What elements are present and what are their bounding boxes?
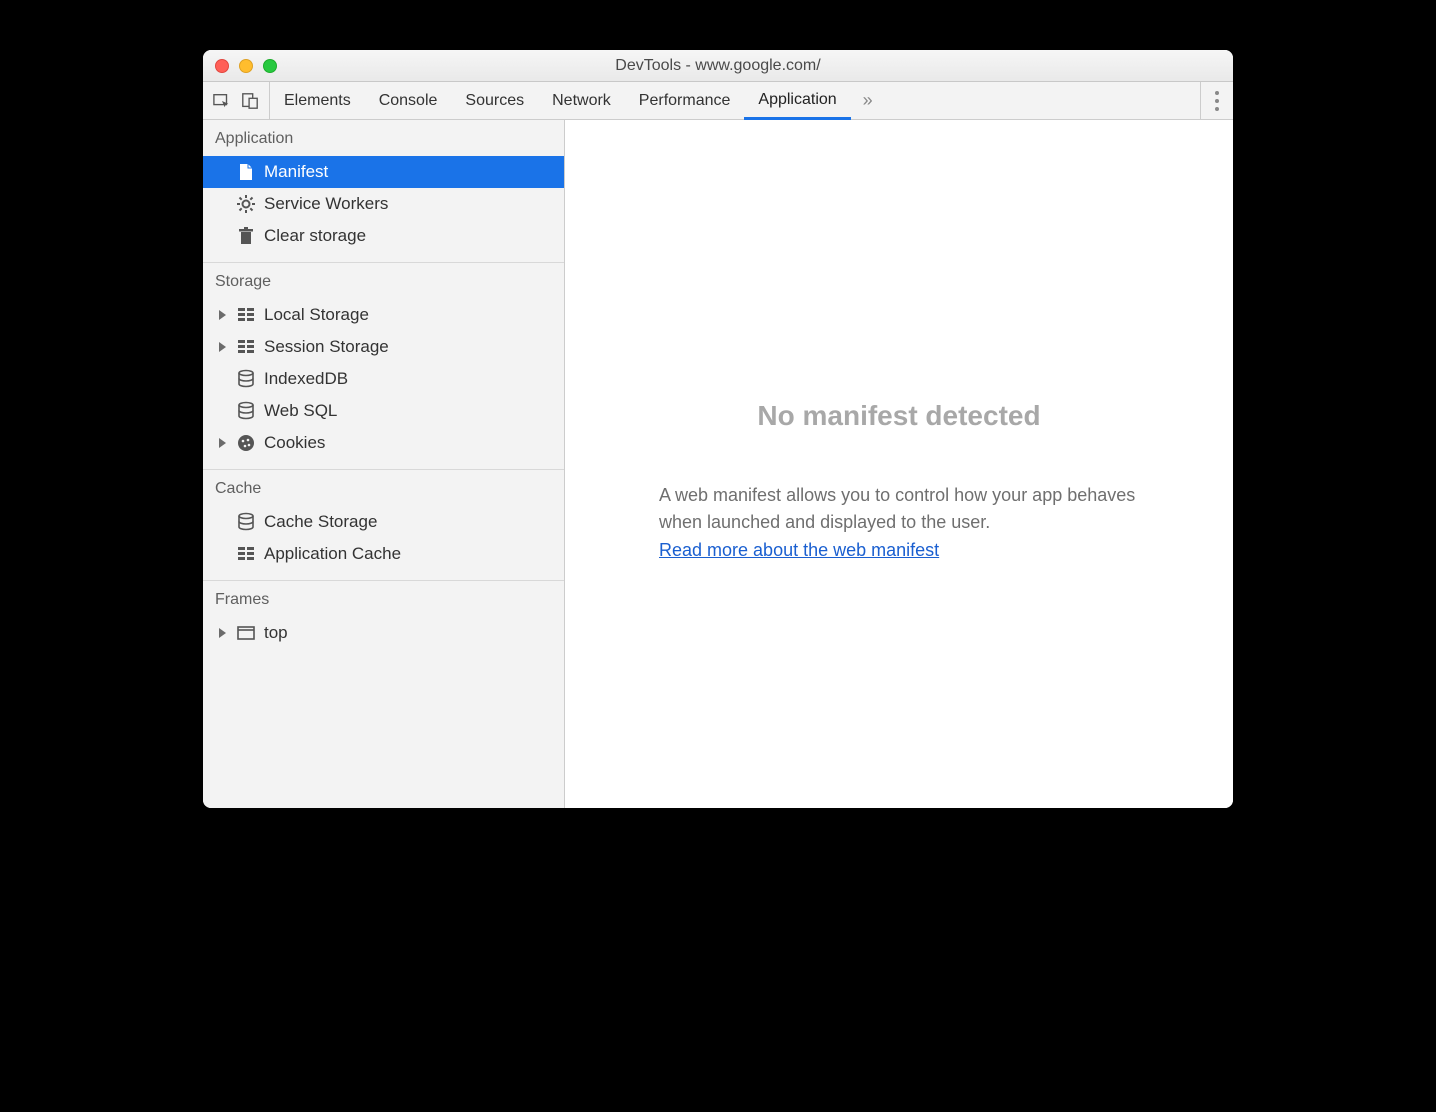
application-sidebar: Application Manifest Service Workers <box>203 120 565 808</box>
sidebar-item-service-workers[interactable]: Service Workers <box>203 188 564 220</box>
tab-label: Application <box>758 91 836 109</box>
sidebar-item-label: top <box>264 623 288 643</box>
inspect-element-icon[interactable] <box>213 92 231 110</box>
sidebar-item-label: Web SQL <box>264 401 337 421</box>
tab-application[interactable]: Application <box>744 83 850 120</box>
section-title: Frames <box>203 581 564 617</box>
sidebar-item-label: Service Workers <box>264 194 388 214</box>
device-toggle-icon[interactable] <box>241 92 259 110</box>
tab-network[interactable]: Network <box>538 82 625 119</box>
sidebar-item-label: IndexedDB <box>264 369 348 389</box>
section-application: Application Manifest Service Workers <box>203 120 564 263</box>
section-title: Application <box>203 120 564 156</box>
grid-icon <box>236 305 256 325</box>
trash-icon <box>236 226 256 246</box>
tab-performance[interactable]: Performance <box>625 82 745 119</box>
sidebar-item-top-frame[interactable]: top <box>203 617 564 649</box>
grid-icon <box>236 544 256 564</box>
kebab-icon <box>1215 89 1219 113</box>
sidebar-item-session-storage[interactable]: Session Storage <box>203 331 564 363</box>
tab-console[interactable]: Console <box>365 82 452 119</box>
database-icon <box>236 369 256 389</box>
grid-icon <box>236 337 256 357</box>
sidebar-item-local-storage[interactable]: Local Storage <box>203 299 564 331</box>
expand-triangle-icon[interactable] <box>219 438 226 448</box>
tab-label: Network <box>552 92 611 110</box>
sidebar-item-label: Session Storage <box>264 337 389 357</box>
manifest-panel: No manifest detected A web manifest allo… <box>565 120 1233 808</box>
section-storage: Storage Local Storage Session Storage <box>203 263 564 470</box>
empty-state-description: A web manifest allows you to control how… <box>659 482 1139 536</box>
toolbar-icon-group <box>203 82 270 119</box>
tab-elements[interactable]: Elements <box>270 82 365 119</box>
sidebar-item-label: Manifest <box>264 162 328 182</box>
cookie-icon <box>236 433 256 453</box>
tabs-overflow-button[interactable]: » <box>851 90 885 111</box>
database-icon <box>236 512 256 532</box>
devtools-toolbar: Elements Console Sources Network Perform… <box>203 82 1233 120</box>
section-cache: Cache Cache Storage Application Cache <box>203 470 564 581</box>
sidebar-item-cache-storage[interactable]: Cache Storage <box>203 506 564 538</box>
expand-triangle-icon[interactable] <box>219 342 226 352</box>
sidebar-item-application-cache[interactable]: Application Cache <box>203 538 564 570</box>
tab-sources[interactable]: Sources <box>451 82 538 119</box>
panel-body: Application Manifest Service Workers <box>203 120 1233 808</box>
section-title: Storage <box>203 263 564 299</box>
titlebar: DevTools - www.google.com/ <box>203 50 1233 82</box>
sidebar-item-label: Clear storage <box>264 226 366 246</box>
devtools-window: DevTools - www.google.com/ Elements Cons… <box>203 50 1233 808</box>
sidebar-item-label: Local Storage <box>264 305 369 325</box>
sidebar-item-cookies[interactable]: Cookies <box>203 427 564 459</box>
sidebar-item-manifest[interactable]: Manifest <box>203 156 564 188</box>
empty-state-heading: No manifest detected <box>757 400 1040 432</box>
sidebar-item-label: Application Cache <box>264 544 401 564</box>
section-title: Cache <box>203 470 564 506</box>
tab-label: Performance <box>639 92 731 110</box>
tab-label: Sources <box>465 92 524 110</box>
read-more-link[interactable]: Read more about the web manifest <box>659 540 939 561</box>
gear-icon <box>236 194 256 214</box>
window-title: DevTools - www.google.com/ <box>203 57 1233 75</box>
sidebar-item-clear-storage[interactable]: Clear storage <box>203 220 564 252</box>
panel-tabs: Elements Console Sources Network Perform… <box>270 82 1200 119</box>
expand-triangle-icon[interactable] <box>219 628 226 638</box>
sidebar-item-label: Cookies <box>264 433 325 453</box>
database-icon <box>236 401 256 421</box>
frame-icon <box>236 623 256 643</box>
sidebar-item-indexeddb[interactable]: IndexedDB <box>203 363 564 395</box>
sidebar-item-label: Cache Storage <box>264 512 377 532</box>
file-icon <box>236 162 256 182</box>
settings-menu-button[interactable] <box>1200 82 1233 119</box>
overflow-glyph: » <box>863 90 873 110</box>
tab-label: Console <box>379 92 438 110</box>
sidebar-item-web-sql[interactable]: Web SQL <box>203 395 564 427</box>
expand-triangle-icon[interactable] <box>219 310 226 320</box>
tab-label: Elements <box>284 92 351 110</box>
section-frames: Frames top <box>203 581 564 659</box>
